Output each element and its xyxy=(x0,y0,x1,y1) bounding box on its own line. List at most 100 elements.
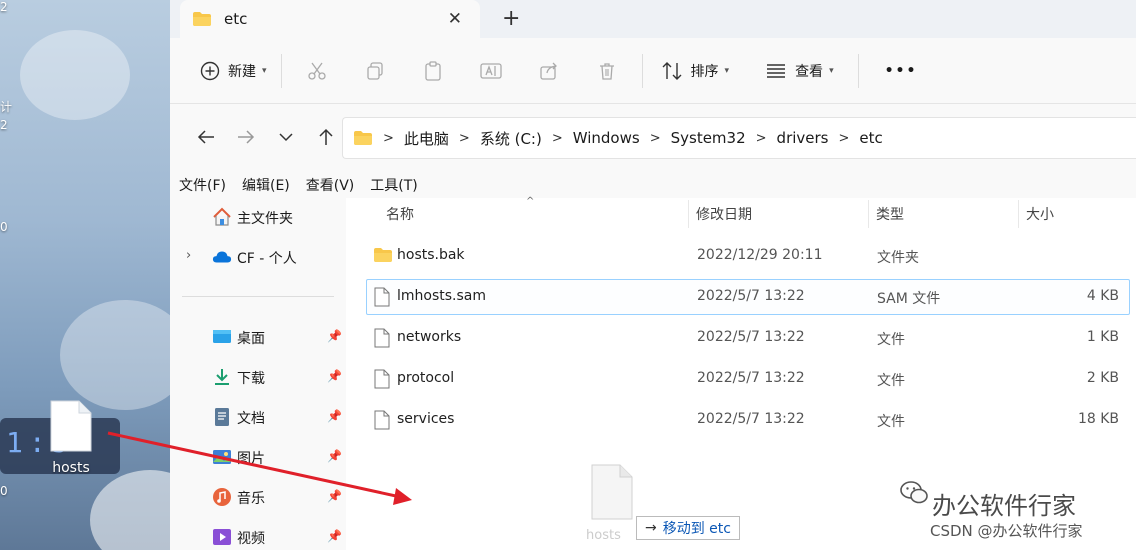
plus-circle-icon xyxy=(200,61,220,80)
breadcrumb-system-c[interactable]: 系统 (C:) xyxy=(480,128,542,149)
tab-bar: etc ✕ + xyxy=(170,0,1136,38)
sidebar-item-pictures[interactable]: 图片 📌 xyxy=(170,440,346,474)
menu-bar: 文件(F) 编辑(E) 查看(V) 工具(T) xyxy=(170,172,434,198)
file-row[interactable]: lmhosts.sam 2022/5/7 13:22 SAM 文件 4 KB xyxy=(366,279,1130,315)
file-name: services xyxy=(397,411,455,427)
new-button[interactable]: 新建 ▾ xyxy=(192,51,275,91)
close-tab-button[interactable]: ✕ xyxy=(448,9,462,29)
breadcrumb-this-pc[interactable]: 此电脑 xyxy=(404,128,449,149)
pin-icon[interactable]: 📌 xyxy=(327,449,342,463)
sidebar-item-music[interactable]: 音乐 📌 xyxy=(170,480,346,514)
column-header-name[interactable]: 名称 xyxy=(386,198,414,230)
share-button[interactable] xyxy=(520,51,578,91)
up-button[interactable] xyxy=(306,122,346,152)
column-divider[interactable] xyxy=(1018,200,1019,228)
forward-button[interactable] xyxy=(226,122,266,152)
desktop-background: 1:5 2 计 2 0 0 hosts xyxy=(0,0,170,550)
file-icon xyxy=(374,369,390,389)
arrow-right-icon: → xyxy=(645,520,657,536)
pin-icon[interactable]: 📌 xyxy=(327,329,342,343)
file-row[interactable]: services 2022/5/7 13:22 文件 18 KB xyxy=(366,402,1130,438)
sidebar-item-downloads[interactable]: 下载 📌 xyxy=(170,360,346,394)
hosts-file-icon[interactable] xyxy=(49,400,93,452)
music-icon xyxy=(213,488,231,506)
view-button[interactable]: 查看 ▾ xyxy=(757,51,842,91)
arrow-up-icon xyxy=(319,128,333,145)
file-name: hosts.bak xyxy=(397,247,465,263)
breadcrumb-separator-icon[interactable]: > xyxy=(839,131,850,146)
arrow-right-icon xyxy=(238,130,255,144)
sort-button[interactable]: 排序 ▾ xyxy=(653,51,738,91)
back-button[interactable] xyxy=(186,122,226,152)
column-divider[interactable] xyxy=(868,200,869,228)
copy-icon xyxy=(366,61,383,80)
dragged-file-label: hosts xyxy=(586,528,621,543)
wechat-logo-icon xyxy=(900,481,928,504)
column-header-date[interactable]: 修改日期 xyxy=(696,198,752,230)
address-bar[interactable]: > 此电脑 > 系统 (C:) > Windows > System32 > d… xyxy=(342,117,1136,159)
cut-button[interactable] xyxy=(288,51,346,91)
toolbar-divider xyxy=(857,53,859,88)
breadcrumb-separator-icon[interactable]: > xyxy=(552,131,563,146)
menu-tools[interactable]: 工具(T) xyxy=(370,175,417,195)
file-name: protocol xyxy=(397,370,455,386)
sidebar-item-onedrive[interactable]: › CF - 个人 xyxy=(170,240,346,274)
pin-icon[interactable]: 📌 xyxy=(327,409,342,423)
command-bar: 新建 ▾ 排序 ▾ 查看 ▾ ••• xyxy=(170,38,1136,104)
breadcrumb-separator-icon[interactable]: > xyxy=(756,131,767,146)
column-header-size[interactable]: 大小 xyxy=(1026,198,1054,230)
rename-button[interactable] xyxy=(462,51,520,91)
sidebar-item-label: CF - 个人 xyxy=(237,251,297,267)
sidebar-item-home[interactable]: 主文件夹 xyxy=(170,200,346,234)
column-header-type[interactable]: 类型 xyxy=(876,198,904,230)
chevron-down-icon xyxy=(279,133,293,142)
file-row[interactable]: hosts.bak 2022/12/29 20:11 文件夹 xyxy=(366,238,1130,274)
breadcrumb-drivers[interactable]: drivers xyxy=(777,129,829,147)
file-row[interactable]: networks 2022/5/7 13:22 文件 1 KB xyxy=(366,320,1130,356)
breadcrumb-etc[interactable]: etc xyxy=(859,129,882,147)
recent-locations-button[interactable] xyxy=(266,122,306,152)
chevron-down-icon: ▾ xyxy=(262,65,267,76)
tab-etc[interactable]: etc ✕ xyxy=(180,0,480,38)
tab-title: etc xyxy=(224,10,248,28)
drag-tooltip-text: 移动到 etc xyxy=(662,521,731,537)
video-icon xyxy=(213,529,231,545)
sidebar-item-label: 视频 xyxy=(237,531,265,547)
rename-icon xyxy=(479,62,502,79)
sidebar-item-label: 图片 xyxy=(237,451,265,467)
breadcrumb-separator-icon[interactable]: > xyxy=(650,131,661,146)
menu-view[interactable]: 查看(V) xyxy=(306,175,355,195)
pin-icon[interactable]: 📌 xyxy=(327,369,342,383)
file-type: 文件 xyxy=(877,373,905,389)
breadcrumb-separator-icon[interactable]: > xyxy=(459,131,470,146)
sidebar-item-videos[interactable]: 视频 📌 xyxy=(170,520,346,550)
sidebar-item-documents[interactable]: 文档 📌 xyxy=(170,400,346,434)
file-row[interactable]: protocol 2022/5/7 13:22 文件 2 KB xyxy=(366,361,1130,397)
file-date: 2022/5/7 13:22 xyxy=(697,411,805,427)
share-icon xyxy=(539,62,557,80)
arrow-left-icon xyxy=(197,130,214,144)
more-options-button[interactable]: ••• xyxy=(877,51,926,91)
delete-button[interactable] xyxy=(578,51,636,91)
trash-icon xyxy=(599,62,614,80)
desktop-file-label[interactable]: hosts xyxy=(40,460,102,476)
column-divider[interactable] xyxy=(688,200,689,228)
menu-edit[interactable]: 编辑(E) xyxy=(242,175,290,195)
chevron-right-icon[interactable]: › xyxy=(186,248,191,263)
pin-icon[interactable]: 📌 xyxy=(327,529,342,543)
sidebar-item-desktop[interactable]: 桌面 📌 xyxy=(170,320,346,354)
new-tab-button[interactable]: + xyxy=(502,6,520,31)
file-size: 4 KB xyxy=(1086,288,1119,304)
sort-button-label: 排序 xyxy=(690,63,719,80)
sidebar-item-label: 音乐 xyxy=(237,491,265,507)
pin-icon[interactable]: 📌 xyxy=(327,489,342,503)
paste-button[interactable] xyxy=(404,51,462,91)
breadcrumb-system32[interactable]: System32 xyxy=(671,129,746,147)
menu-file[interactable]: 文件(F) xyxy=(179,175,226,195)
file-date: 2022/5/7 13:22 xyxy=(697,370,805,386)
desktop-edge-text: 计 xyxy=(0,100,13,114)
folder-icon xyxy=(193,12,211,26)
toolbar-divider xyxy=(280,53,282,88)
copy-button[interactable] xyxy=(346,51,404,91)
breadcrumb-windows[interactable]: Windows xyxy=(573,129,640,147)
